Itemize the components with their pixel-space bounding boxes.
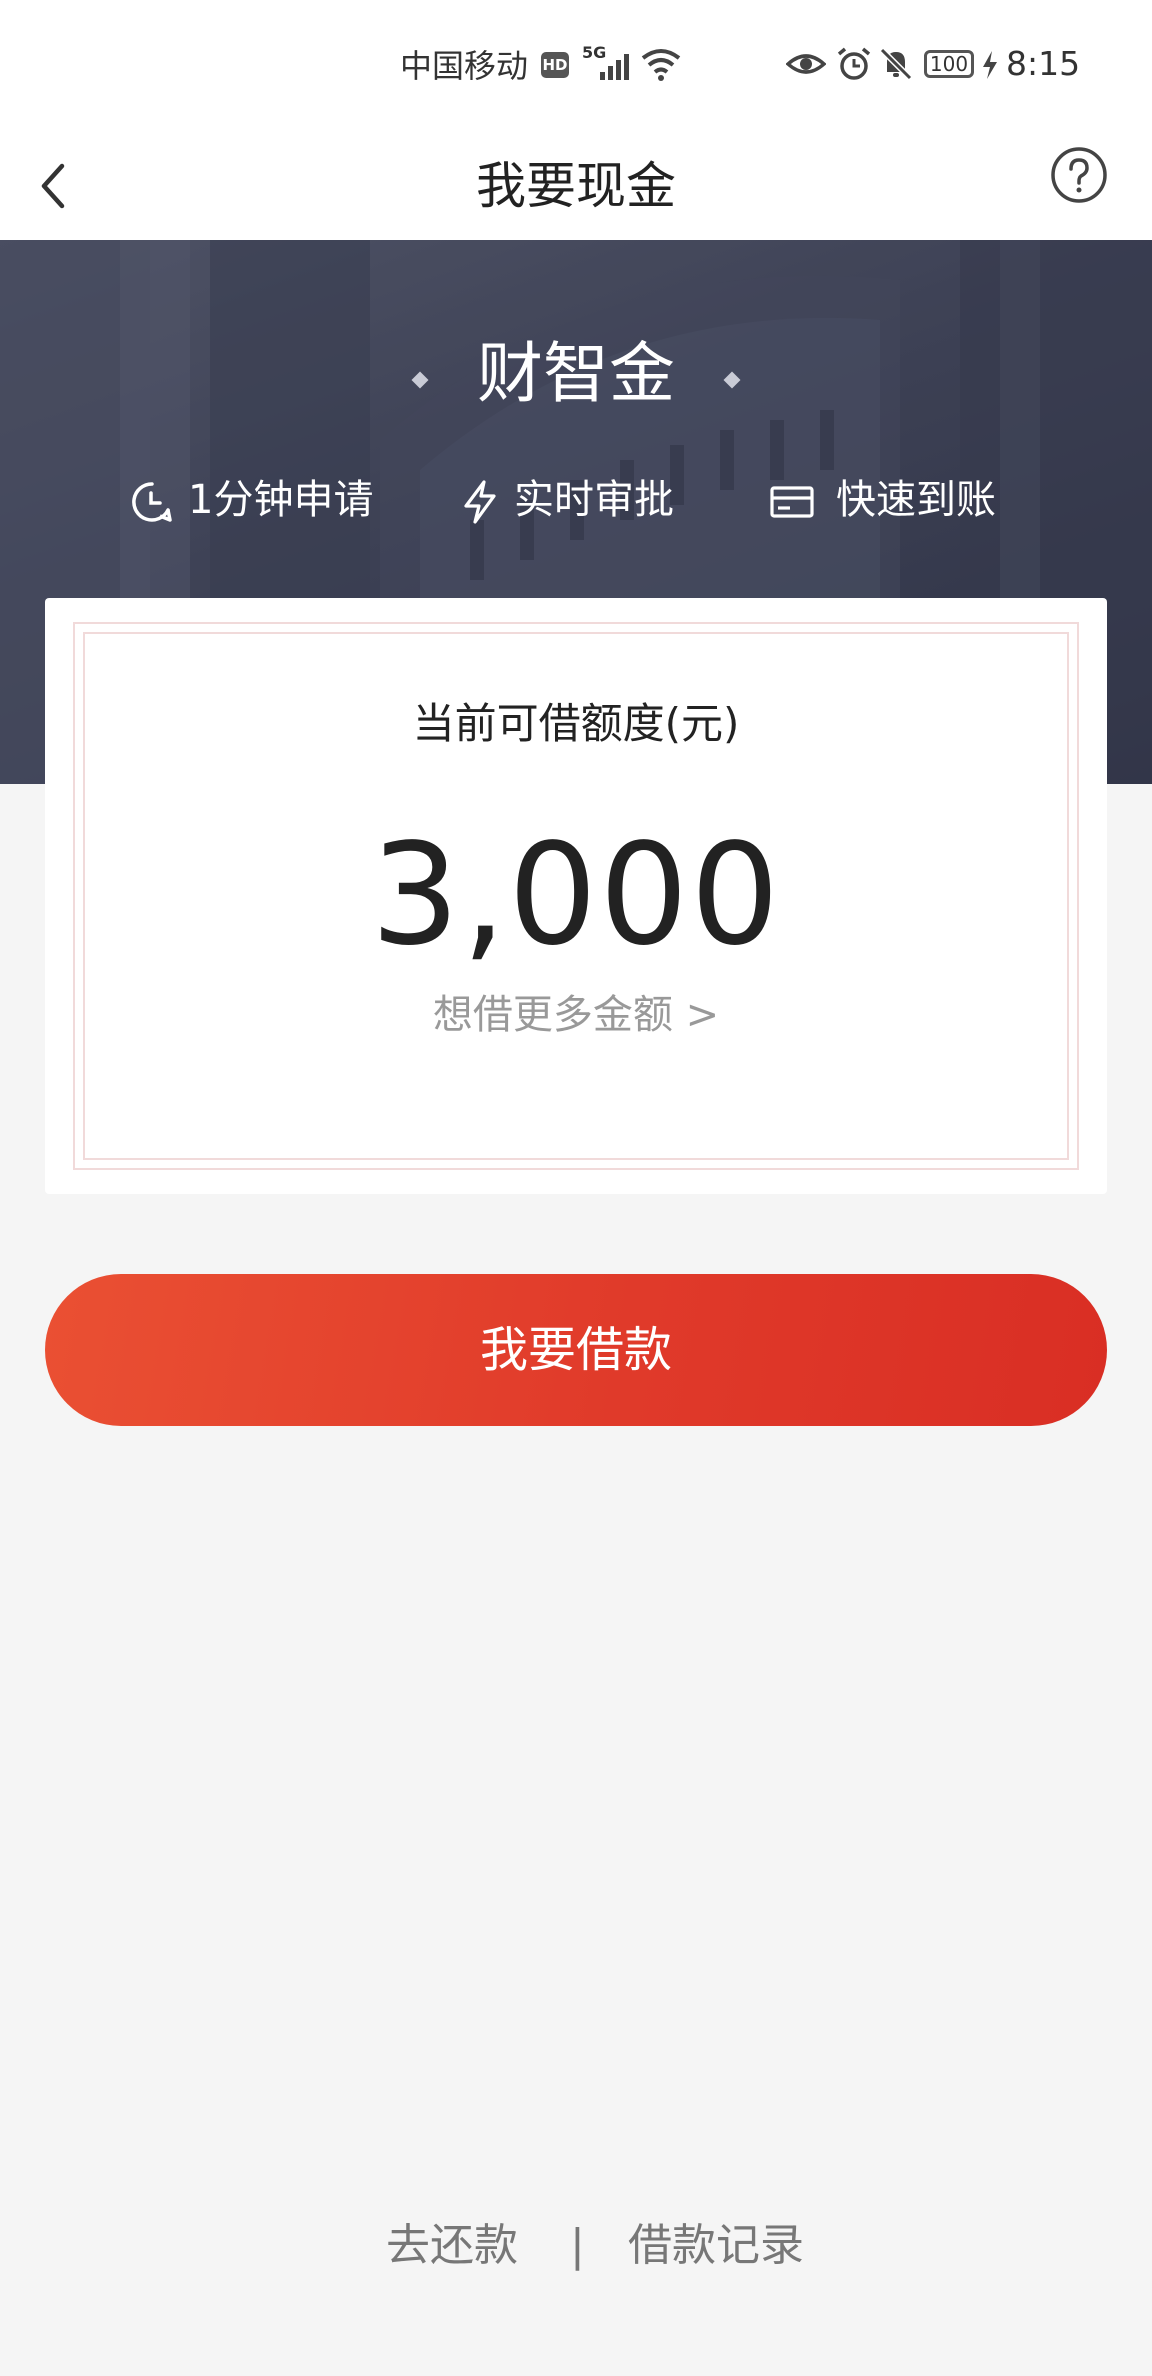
- repay-link[interactable]: 去还款: [386, 2218, 518, 2274]
- eye-icon: [786, 54, 826, 74]
- credit-limit-label: 当前可借额度(元): [412, 699, 740, 748]
- signal-icon: [600, 54, 629, 80]
- charging-icon: [983, 51, 997, 79]
- footer-divider: |: [570, 2220, 585, 2271]
- footer-links: 去还款 | 借款记录: [0, 2218, 1152, 2274]
- borrow-more-link[interactable]: 想借更多金额 >: [45, 990, 1107, 1040]
- chevron-left-icon[interactable]: [34, 158, 74, 214]
- feature-apply: 1分钟申请: [130, 476, 390, 524]
- help-circle-icon[interactable]: [1050, 146, 1108, 204]
- mute-icon: [879, 47, 913, 81]
- loan-records-link[interactable]: 借款记录: [628, 2218, 804, 2274]
- hd-badge: HD: [541, 52, 569, 78]
- nav-bar: 我要现金: [0, 132, 1152, 240]
- alarm-icon: [837, 47, 871, 80]
- wifi-icon: [641, 49, 681, 81]
- feature-label: 1分钟申请: [188, 477, 374, 523]
- status-time: 8:15: [1006, 44, 1081, 83]
- feature-approval: 实时审批: [458, 476, 698, 524]
- feature-payout: 快速到账: [770, 476, 1030, 524]
- battery-indicator: 100: [924, 50, 974, 78]
- lightning-icon: [464, 480, 496, 524]
- credit-limit-amount: 3,000: [370, 814, 782, 977]
- credit-limit-card: 当前可借额度(元) 3,000 想借更多金额 >: [45, 598, 1107, 1194]
- borrow-button[interactable]: 我要借款: [45, 1274, 1107, 1426]
- feature-label: 实时审批: [514, 477, 674, 523]
- brand-title: 财智金: [477, 335, 675, 412]
- card-icon: [770, 486, 814, 518]
- page-title: 我要现金: [476, 157, 676, 215]
- carrier-name: 中国移动: [400, 47, 529, 85]
- clock-icon: [132, 482, 172, 522]
- status-bar: 中国移动 HD 5G 100 8:15: [0, 0, 1152, 132]
- feature-label: 快速到账: [836, 477, 996, 523]
